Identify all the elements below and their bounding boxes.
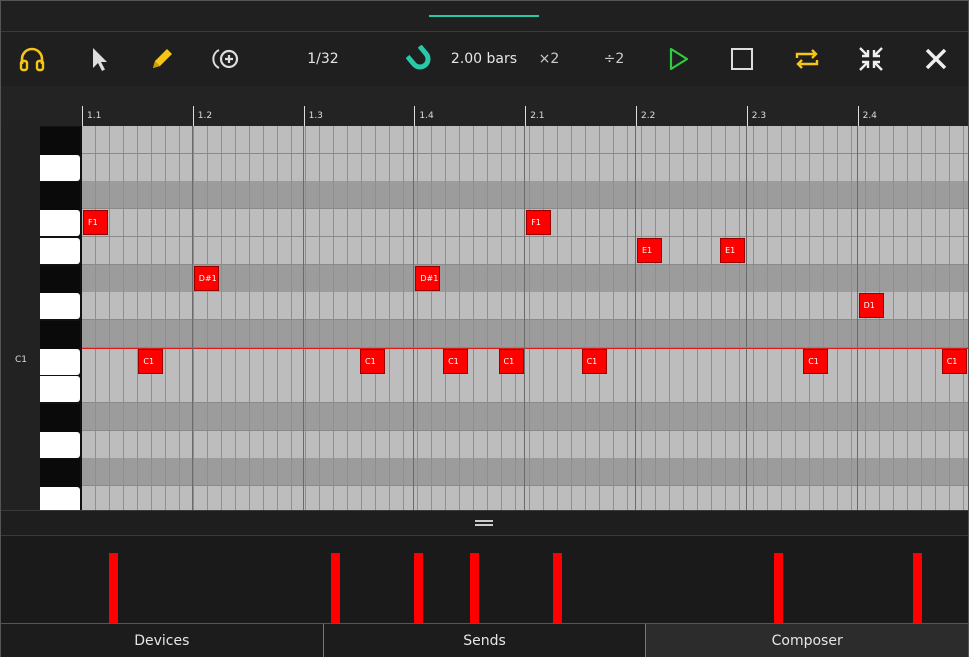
velocity-bar[interactable]: [912, 553, 922, 623]
collapse-button[interactable]: [854, 32, 888, 86]
piano-key-black[interactable]: [40, 320, 80, 349]
velocity-bar[interactable]: [469, 553, 479, 623]
bottom-tabs: Devices Sends Composer: [1, 623, 969, 657]
ruler-tick: [192, 106, 194, 126]
ruler-tick: [857, 106, 859, 126]
piano-keyboard[interactable]: [40, 126, 82, 510]
pitch-label: C1: [15, 355, 28, 365]
midi-note[interactable]: C1: [941, 348, 967, 374]
ruler-tick: [746, 106, 748, 126]
beat-line: [745, 126, 747, 510]
piano-key-black[interactable]: [40, 265, 80, 294]
midi-note[interactable]: D#1: [193, 265, 219, 291]
velocity-lane[interactable]: [1, 536, 968, 623]
velocity-bar[interactable]: [552, 553, 562, 623]
midi-note[interactable]: E1: [637, 237, 662, 263]
ruler-label: 2.1: [530, 111, 545, 121]
headphones-icon: [19, 47, 45, 72]
ruler-label: 1.2: [197, 111, 213, 121]
title-indicator: [429, 15, 539, 17]
loop-button[interactable]: [789, 32, 825, 86]
piano-key-white[interactable]: [40, 293, 80, 320]
collapse-icon: [859, 47, 883, 71]
title-bar: [1, 1, 968, 32]
midi-note[interactable]: C1: [498, 348, 524, 374]
cursor-icon: [93, 48, 107, 71]
pencil-icon: [153, 49, 172, 68]
select-tool-button[interactable]: [81, 32, 115, 86]
loop-icon: [795, 49, 819, 69]
panel-divider[interactable]: [1, 510, 968, 536]
midi-note[interactable]: E1: [720, 237, 746, 263]
piano-key-white[interactable]: [40, 237, 80, 264]
ruler-tick: [525, 106, 527, 126]
beat-line: [302, 126, 304, 510]
ruler-label: 2.2: [641, 111, 656, 121]
headphones-button[interactable]: [15, 32, 49, 86]
add-clip-button[interactable]: [209, 32, 245, 86]
ruler-tick: [82, 106, 83, 126]
beat-line: [856, 126, 858, 510]
snap-toggle-button[interactable]: [403, 32, 437, 86]
beat-line: [413, 126, 415, 510]
piano-key-black[interactable]: [40, 404, 80, 432]
midi-note[interactable]: C1: [138, 348, 164, 374]
double-length-button[interactable]: ×2: [534, 32, 564, 86]
ruler-label: 2.3: [751, 111, 767, 121]
ruler-tick: [414, 106, 416, 126]
velocity-bar[interactable]: [414, 553, 424, 623]
magnet-icon: [406, 45, 431, 70]
beat-line: [191, 126, 193, 510]
velocity-bar[interactable]: [331, 553, 340, 623]
midi-note[interactable]: C1: [443, 348, 469, 374]
add-circle-icon: [212, 49, 239, 69]
toolbar: 1/32 2.00 bars ×2 ÷2: [1, 32, 968, 86]
midi-note[interactable]: C1: [803, 348, 829, 374]
ruler-label: 2.4: [862, 111, 877, 121]
close-icon: [925, 48, 947, 70]
note-grid[interactable]: F1 F1 E1 E1 D#1 D#1 D1 C1 C1 C1 C1 C1 C1 C1: [82, 126, 968, 510]
stop-button[interactable]: [725, 32, 759, 86]
play-button[interactable]: [661, 32, 695, 86]
clip-length-label[interactable]: 2.00 bars: [449, 32, 519, 86]
halve-length-button[interactable]: ÷2: [599, 32, 629, 86]
ruler-label: 1.3: [308, 111, 323, 121]
tab-composer[interactable]: Composer: [646, 624, 969, 657]
drag-handle-icon[interactable]: [475, 520, 493, 526]
velocity-bar[interactable]: [109, 553, 119, 623]
stop-icon: [731, 48, 753, 70]
play-icon: [669, 47, 689, 71]
beat-line: [635, 126, 636, 510]
midi-note[interactable]: D1: [858, 293, 884, 319]
midi-note[interactable]: C1: [360, 348, 385, 374]
midi-note[interactable]: C1: [581, 348, 607, 374]
quantize-selector[interactable]: 1/32: [301, 32, 345, 86]
ruler-tick: [636, 106, 637, 126]
ruler-tick: [303, 106, 305, 126]
piano-key-black[interactable]: [40, 182, 80, 211]
piano-key-white[interactable]: [40, 348, 80, 375]
piano-key-white[interactable]: [40, 210, 80, 237]
piano-key-black[interactable]: [40, 127, 80, 155]
tab-sends[interactable]: Sends: [324, 624, 647, 657]
beat-line: [524, 126, 526, 510]
midi-note[interactable]: F1: [83, 210, 108, 236]
close-button[interactable]: [919, 32, 953, 86]
velocity-bar[interactable]: [774, 553, 784, 623]
piano-key-white[interactable]: [40, 376, 80, 403]
piano-key-white[interactable]: [40, 487, 80, 510]
midi-note[interactable]: F1: [526, 210, 552, 236]
timeline-ruler[interactable]: 1.1 1.2 1.3 1.4 2.1 2.2 2.3 2.4: [1, 86, 968, 126]
piano-key-white[interactable]: [40, 431, 80, 458]
piano-key-white[interactable]: [40, 154, 80, 181]
piano-roll: 1.1 1.2 1.3 1.4 2.1 2.2 2.3 2.4 C1 F1 F1 E1 E1 D#1 D…: [1, 86, 968, 510]
ruler-label: 1.4: [419, 111, 434, 121]
piano-key-black[interactable]: [40, 459, 80, 488]
pencil-tool-button[interactable]: [145, 32, 179, 86]
tab-devices[interactable]: Devices: [1, 624, 324, 657]
ruler-label: 1.1: [87, 111, 102, 121]
midi-note[interactable]: D#1: [415, 265, 441, 291]
